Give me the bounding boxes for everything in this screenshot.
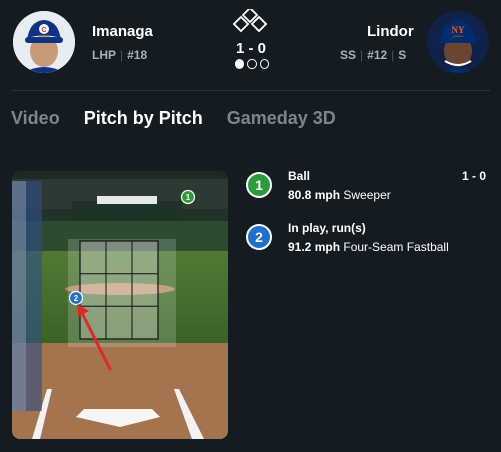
out-dot <box>259 59 269 69</box>
out-dot <box>247 59 257 69</box>
pitch-item[interactable]: 2 In play, run(s) 91.2 mph Four-Seam Fas… <box>246 221 490 273</box>
pitch-result: Ball <box>288 169 311 183</box>
batter-meta: SS | #12 | S <box>340 48 412 62</box>
pitch-details: 80.8 mph Sweeper <box>288 188 391 202</box>
svg-text:NY: NY <box>452 25 465 35</box>
pitch-type: Sweeper <box>343 188 391 202</box>
tab-gameday-3d[interactable]: Gameday 3D <box>227 108 336 129</box>
batter-bats: S <box>398 48 407 62</box>
tab-video[interactable]: Video <box>11 108 60 129</box>
tab-bar: Video Pitch by Pitch Gameday 3D <box>11 108 336 129</box>
batter-name[interactable]: Lindor <box>367 23 414 40</box>
outs-indicator <box>235 59 269 71</box>
header-divider <box>11 90 490 91</box>
pitch-speed: 91.2 mph <box>288 240 341 254</box>
tab-pitch-by-pitch[interactable]: Pitch by Pitch <box>84 108 203 129</box>
batter-avatar[interactable]: NY <box>427 11 489 73</box>
meta-separator: | <box>120 48 124 62</box>
bases-diamond-icon <box>232 9 268 33</box>
pitcher-headshot-image: C <box>13 11 75 73</box>
pitch-type: Four-Seam Fastball <box>343 240 449 254</box>
red-arrow-icon <box>77 304 112 371</box>
pitch-speed: 80.8 mph <box>288 188 341 202</box>
pitcher-name[interactable]: Imanaga <box>92 23 153 40</box>
meta-separator: | <box>360 48 364 62</box>
pitch-item[interactable]: 1 Ball 1 - 0 80.8 mph Sweeper <box>246 169 490 221</box>
pitch-result: In play, run(s) <box>288 221 366 235</box>
svg-text:C: C <box>41 27 46 34</box>
batter-number: #12 <box>367 48 388 62</box>
batter-headshot-image: NY <box>427 11 489 73</box>
pitch-location-view: 1 2 <box>12 171 228 439</box>
pitcher-number: #18 <box>127 48 148 62</box>
pitch-number-badge: 2 <box>246 224 272 250</box>
out-dot <box>235 59 245 69</box>
pitch-list: 1 Ball 1 - 0 80.8 mph Sweeper 2 In play,… <box>246 169 490 273</box>
pitch-marker-1[interactable]: 1 <box>180 189 196 205</box>
batter-position: SS <box>340 48 357 62</box>
pitch-marker-1-label: 1 <box>186 193 191 202</box>
pitcher-avatar[interactable]: C <box>13 11 75 73</box>
pitch-count: 1 - 0 <box>461 169 486 183</box>
pitcher-hand: LHP <box>92 48 116 62</box>
ballpark-background-image <box>12 171 228 439</box>
meta-separator: | <box>391 48 395 62</box>
pitcher-meta: LHP | #18 <box>92 48 147 62</box>
count: 1 - 0 <box>235 40 266 57</box>
matchup-header: C Imanaga LHP | #18 1 - 0 Lindor SS | #12 | S … <box>0 0 501 86</box>
pitch-number-badge: 1 <box>246 172 272 198</box>
pitch-details: 91.2 mph Four-Seam Fastball <box>288 240 449 254</box>
